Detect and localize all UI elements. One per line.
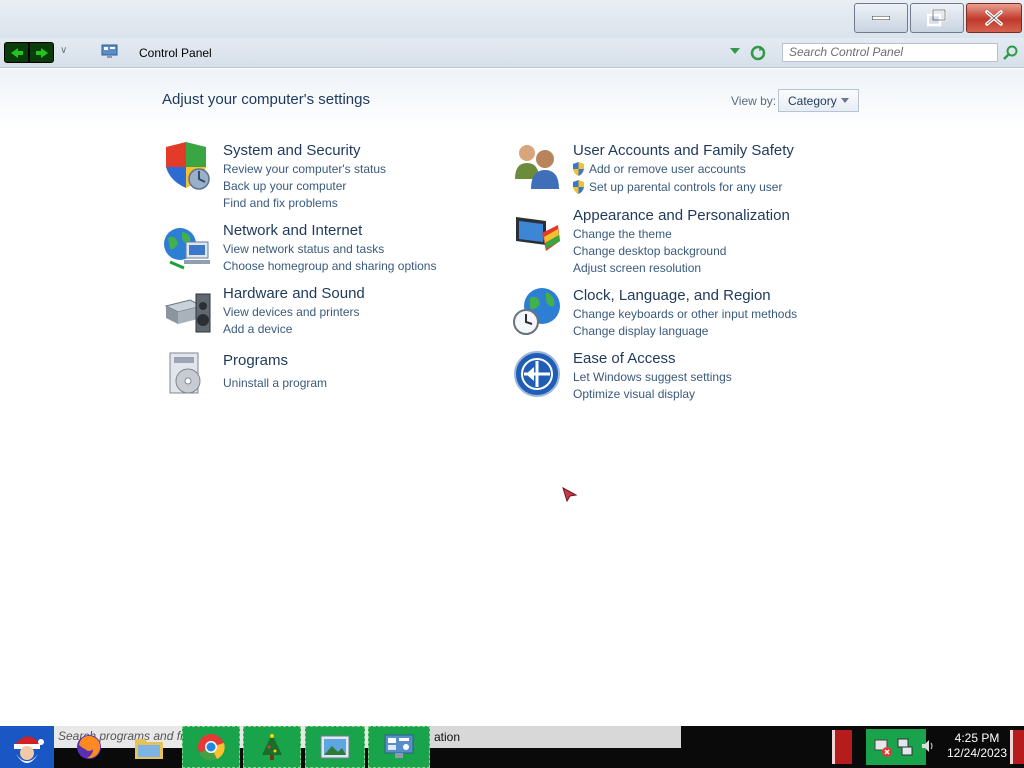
close-icon [985, 10, 1003, 26]
clock-globe-icon [513, 288, 560, 335]
category-title[interactable]: Ease of Access [573, 350, 676, 367]
view-by-select[interactable]: Category [778, 89, 859, 112]
category-title[interactable]: Network and Internet [223, 222, 362, 239]
uac-shield-icon [573, 180, 584, 194]
network-icon[interactable] [896, 737, 914, 757]
shield-icon [166, 142, 210, 190]
taskbar-chrome[interactable] [182, 726, 240, 768]
system-tray [866, 729, 926, 765]
category-title[interactable]: System and Security [223, 142, 361, 159]
taskbar-window-title[interactable]: ation [430, 726, 681, 748]
address-dropdown-icon[interactable] [730, 48, 740, 55]
category-link[interactable]: Adjust screen resolution [573, 261, 701, 275]
category-link[interactable]: Optimize visual display [573, 387, 695, 401]
taskbar-photo-viewer[interactable] [305, 726, 365, 768]
photo-icon [320, 735, 350, 759]
minimize-button[interactable] [854, 3, 908, 33]
taskbar-item[interactable] [832, 730, 852, 764]
search-icon[interactable] [1003, 45, 1018, 60]
globe-network-icon [164, 228, 210, 270]
category-link[interactable]: Change display language [573, 324, 708, 338]
close-button[interactable] [966, 3, 1022, 33]
firefox-icon [77, 735, 101, 759]
chevron-down-icon [841, 98, 849, 103]
minimize-icon [872, 16, 890, 20]
users-icon [515, 145, 559, 189]
search-input[interactable]: Search Control Panel [782, 43, 998, 62]
category-title[interactable]: Appearance and Personalization [573, 207, 790, 224]
category-link[interactable]: Add or remove user accounts [589, 162, 746, 176]
control-panel-icon [101, 44, 118, 58]
category-link[interactable]: Uninstall a program [223, 376, 327, 390]
category-link[interactable]: Add a device [223, 322, 292, 336]
show-desktop-button[interactable] [1010, 730, 1024, 764]
ease-of-access-icon [514, 351, 560, 397]
category-title[interactable]: Programs [223, 352, 288, 369]
taskbar-clock[interactable]: 4:25 PM 12/24/2023 [940, 731, 1014, 761]
category-link[interactable]: Find and fix problems [223, 196, 338, 210]
category-link[interactable]: Back up your computer [223, 179, 346, 193]
category-link[interactable]: Choose homegroup and sharing options [223, 259, 436, 273]
santa-icon [14, 736, 44, 763]
refresh-icon[interactable] [750, 45, 766, 61]
folder-icon [135, 739, 163, 759]
breadcrumb[interactable]: Control Panel [139, 46, 212, 60]
category-link[interactable]: View devices and printers [223, 305, 360, 319]
taskbar: Search programs and fi ation 4:25 PM 12/… [0, 726, 1024, 768]
category-link[interactable]: Let Windows suggest settings [573, 370, 732, 384]
category-link[interactable]: Change keyboards or other input methods [573, 307, 797, 321]
printer-speaker-icon [164, 293, 211, 333]
restore-icon [927, 9, 947, 27]
christmas-tree-icon [262, 734, 282, 760]
clock-time: 4:25 PM [954, 731, 1000, 745]
category-title[interactable]: User Accounts and Family Safety [573, 142, 794, 159]
category-link[interactable]: Set up parental controls for any user [589, 180, 782, 194]
category-link[interactable]: Change the theme [573, 227, 672, 241]
taskbar-explorer[interactable] [127, 726, 171, 768]
forward-arrow-icon [35, 47, 48, 58]
category-title[interactable]: Hardware and Sound [223, 285, 365, 302]
chrome-icon [198, 734, 225, 761]
view-by-label: View by: [731, 94, 777, 108]
uac-shield-icon [573, 162, 584, 176]
monitor-paint-icon [516, 217, 560, 251]
recent-pages-dropdown[interactable]: ∨ [60, 45, 67, 56]
category-title[interactable]: Clock, Language, and Region [573, 287, 771, 304]
view-by-value: Category [788, 94, 837, 108]
start-button[interactable] [0, 726, 54, 768]
back-button[interactable] [4, 42, 29, 63]
mouse-cursor-icon [562, 487, 578, 503]
forward-button[interactable] [29, 42, 54, 63]
category-link[interactable]: Review your computer's status [223, 162, 386, 176]
category-link[interactable]: Change desktop background [573, 244, 726, 258]
title-bar [0, 0, 1024, 38]
programs-icon [169, 352, 201, 394]
taskbar-firefox[interactable] [68, 726, 110, 768]
taskbar-christmas-tree[interactable] [243, 726, 301, 768]
page-title: Adjust your computer's settings [162, 91, 370, 108]
volume-icon[interactable] [921, 739, 935, 753]
back-arrow-icon [10, 47, 23, 58]
address-bar: ∨ Control Panel Search Control Panel [0, 38, 1024, 68]
clock-date: 12/24/2023 [946, 746, 1008, 760]
control-panel-icon [384, 734, 414, 758]
network-warning-icon[interactable] [874, 739, 892, 757]
taskbar-control-panel[interactable] [368, 726, 430, 768]
category-link[interactable]: View network status and tasks [223, 242, 384, 256]
content-area: Adjust your computer's settings View by:… [0, 69, 1024, 726]
restore-button[interactable] [910, 3, 964, 33]
